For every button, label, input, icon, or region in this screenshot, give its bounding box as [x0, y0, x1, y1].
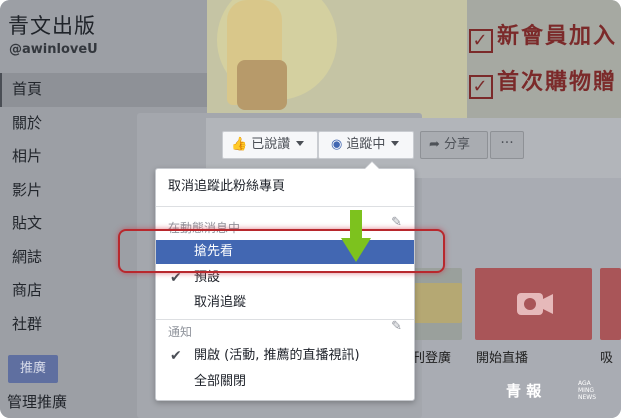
- pencil-icon[interactable]: ✎: [391, 215, 402, 230]
- ad-tile-label: 刊登廣: [412, 351, 452, 366]
- checkbox-icon: ✓: [469, 29, 493, 53]
- ad-tile-image: [412, 283, 462, 323]
- watermark-subtitle: AGA MING NEWS: [578, 380, 597, 401]
- share-arrow-icon: ➦: [429, 137, 440, 152]
- chevron-down-icon: [296, 141, 305, 146]
- promote-button[interactable]: 推廣: [8, 355, 58, 383]
- watermark-logo: 青 報: [506, 382, 542, 400]
- notifications-on-item[interactable]: ✔ 開啟 (活動, 推薦的直播視訊): [156, 344, 414, 368]
- cover-photo[interactable]: ✓ 新會員加入 ✓ 首次購物贈: [207, 0, 621, 118]
- thumbs-up-icon: 👍: [231, 137, 248, 152]
- chevron-down-icon: [391, 141, 400, 146]
- more-button[interactable]: ···: [490, 131, 524, 159]
- partial-tile[interactable]: [600, 268, 621, 340]
- manage-promotions-link[interactable]: 管理推廣: [7, 391, 67, 412]
- menu-divider: [156, 206, 414, 207]
- cover-promo-line-2: ✓ 首次購物贈: [469, 64, 617, 99]
- checkbox-icon: ✓: [469, 75, 493, 99]
- go-live-tile[interactable]: [475, 268, 592, 340]
- video-camera-icon: [517, 293, 553, 315]
- share-button[interactable]: ➦ 分享: [420, 131, 488, 159]
- rss-icon: ◉: [331, 137, 343, 152]
- unfollow-page-item[interactable]: 取消追蹤此粉絲專頁: [156, 175, 414, 199]
- page-name[interactable]: 青文出版: [8, 10, 96, 40]
- page-handle[interactable]: @awinloveU: [9, 42, 98, 57]
- sidebar-item-home[interactable]: 首頁: [0, 73, 207, 107]
- follow-dropdown-menu: 取消追蹤此粉絲專頁 在動態消息中 ✎ 搶先看 ✔ 預設 取消追蹤 通知 ✎ ✔ …: [155, 161, 415, 401]
- notifications-section-header: 通知: [168, 325, 193, 339]
- unfollow-item[interactable]: 取消追蹤: [156, 291, 414, 315]
- checkmark-icon: ✔: [170, 348, 182, 364]
- screenshot-frame: 青文出版 @awinloveU 首頁 關於 相片 影片 貼文 網誌 商店 社群 …: [0, 0, 621, 418]
- partial-tile-label: 吸: [600, 351, 614, 366]
- go-live-label: 開始直播: [476, 351, 529, 366]
- pencil-icon[interactable]: ✎: [391, 319, 402, 334]
- liked-button[interactable]: 👍 已說讚: [222, 131, 318, 159]
- arrow-down-icon: [341, 210, 371, 262]
- notifications-all-off-item[interactable]: 全部關閉: [156, 370, 414, 394]
- highlight-box: [118, 229, 445, 273]
- following-button[interactable]: ◉ 追蹤中: [318, 131, 414, 159]
- cover-illustration: [207, 0, 467, 118]
- menu-divider: [156, 319, 414, 320]
- cover-promo-line-1: ✓ 新會員加入: [469, 18, 617, 53]
